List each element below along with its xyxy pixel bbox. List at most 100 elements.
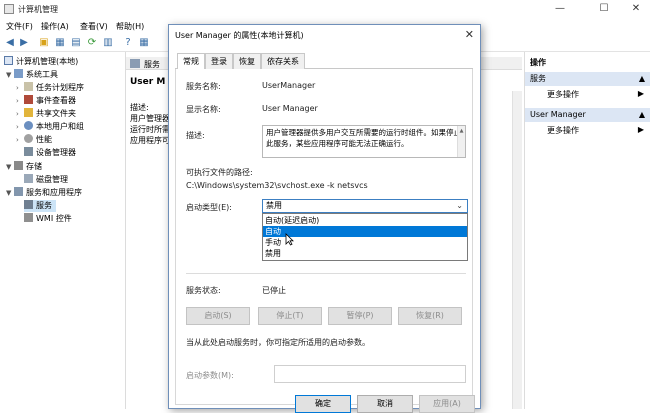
menu-help[interactable]: 帮助(H) (116, 21, 144, 32)
mouse-cursor-icon (285, 233, 294, 246)
device-icon (24, 147, 33, 156)
menu-action[interactable]: 操作(A) (41, 21, 69, 32)
tree-shared-folders[interactable]: › 共享文件夹 (16, 108, 76, 120)
clock-icon (24, 82, 33, 91)
tree-event-viewer[interactable]: › 事件查看器 (16, 95, 76, 107)
tools-icon (14, 69, 23, 78)
collapse-up-icon[interactable]: ▲ (639, 72, 645, 86)
tree-system-tools[interactable]: ▼ 系统工具 (6, 69, 58, 81)
menu-view[interactable]: 查看(V) (80, 21, 108, 32)
properties-dialog: User Manager 的属性(本地计算机) ✕ 常规 登录 恢复 依存关系 … (168, 24, 481, 413)
tab-general[interactable]: 常规 (177, 53, 205, 70)
option-auto-delayed[interactable]: 自动(延迟启动) (263, 215, 467, 226)
exe-path-label: 可执行文件的路径: (186, 168, 253, 177)
tab-dependencies[interactable]: 依存关系 (261, 53, 305, 69)
services-apps-icon (14, 187, 23, 196)
description-scrollbar[interactable]: ▲▼ (457, 126, 465, 157)
collapse-icon[interactable]: › (16, 95, 24, 107)
separator (186, 273, 466, 274)
more-actions-user-manager[interactable]: 更多操作 (547, 125, 579, 136)
startup-type-select[interactable]: 禁用 ⌄ (262, 199, 468, 213)
wmi-icon (24, 213, 33, 222)
center-scrollbar[interactable] (512, 91, 522, 409)
event-icon (24, 95, 33, 104)
view-icon[interactable]: ▦ (138, 37, 150, 49)
option-disabled[interactable]: 禁用 (263, 248, 467, 259)
dialog-tab-bar: 常规 登录 恢复 依存关系 (175, 53, 473, 70)
minimize-button[interactable]: — (548, 1, 572, 17)
startup-type-selected: 禁用 (266, 201, 282, 210)
tree-root[interactable]: 计算机管理(本地) (4, 56, 78, 68)
submenu-arrow-icon: ▶ (637, 89, 644, 98)
startup-type-label: 启动类型(E): (186, 203, 232, 212)
tree-performance[interactable]: › 性能 (16, 134, 52, 146)
description-box[interactable]: 用户管理器提供多用户交互所需要的运行时组件。如果停止此服务，某些应用程序可能无法… (262, 125, 466, 158)
center-tab-label[interactable]: 服务 (144, 59, 160, 70)
computer-management-icon (4, 4, 14, 14)
tab-recovery[interactable]: 恢复 (233, 53, 261, 69)
forward-icon[interactable]: ▶ (18, 37, 30, 49)
center-desc-line: 运行时所需 (130, 125, 170, 134)
start-params-hint: 当从此处启动服务时，你可指定所适用的启动参数。 (186, 338, 370, 347)
actions-pane: 操作 服务 ▲ 更多操作 ▶ User Manager ▲ 更多操作 ▶ (524, 52, 650, 409)
expand-icon[interactable]: ▼ (6, 161, 14, 173)
tree-services-apps[interactable]: ▼ 服务和应用程序 (6, 187, 82, 199)
tree-wmi-control[interactable]: WMI 控件 (24, 213, 72, 225)
expand-icon[interactable]: ▼ (6, 69, 14, 81)
menu-file[interactable]: 文件(F) (6, 21, 33, 32)
center-desc-line: 应用程序可 (130, 136, 170, 145)
chevron-down-icon[interactable]: ⌄ (456, 200, 463, 212)
tree-services[interactable]: 服务 (24, 200, 56, 212)
help-icon[interactable]: ? (122, 37, 134, 49)
tree-device-manager[interactable]: 设备管理器 (24, 147, 76, 159)
submenu-arrow-icon: ▶ (637, 125, 644, 134)
up-folder-icon[interactable]: ▣ (38, 37, 50, 49)
collapse-icon[interactable]: › (16, 82, 24, 94)
close-button[interactable]: ✕ (624, 1, 648, 17)
apply-button[interactable]: 应用(A) (419, 395, 475, 413)
disk-icon (24, 174, 33, 183)
start-button[interactable]: 启动(S) (186, 307, 250, 325)
collapse-up-icon[interactable]: ▲ (639, 108, 645, 122)
properties-icon[interactable]: ▤ (70, 37, 82, 49)
tab-logon[interactable]: 登录 (205, 53, 233, 69)
display-name-label: 显示名称: (186, 105, 221, 114)
collapse-icon[interactable]: › (16, 134, 24, 146)
export-icon[interactable]: ▥ (102, 37, 114, 49)
dialog-title-bar: User Manager 的属性(本地计算机) ✕ (169, 25, 480, 45)
description-text: 用户管理器提供多用户交互所需要的运行时组件。如果停止此服务，某些应用程序可能无法… (266, 128, 461, 148)
center-header-title: User M (130, 77, 166, 87)
actions-title: 操作 (530, 58, 546, 67)
center-desc-label: 描述: (130, 103, 149, 112)
collapse-icon[interactable]: › (16, 121, 24, 133)
back-icon[interactable]: ◀ (4, 37, 16, 49)
ok-button[interactable]: 确定 (295, 395, 351, 413)
expand-icon[interactable]: ▼ (6, 187, 14, 199)
computer-icon (4, 56, 13, 65)
resume-button[interactable]: 恢复(R) (398, 307, 462, 325)
users-icon (24, 121, 33, 130)
storage-icon (14, 161, 23, 170)
actions-section-user-manager[interactable]: User Manager ▲ (525, 108, 650, 122)
cancel-button[interactable]: 取消 (357, 395, 413, 413)
start-params-label: 启动参数(M): (186, 371, 234, 380)
navigation-tree: 计算机管理(本地) ▼ 系统工具 › 任务计划程序 › 事件查看器 › 共享文件夹 › 本… (0, 52, 126, 409)
start-params-input[interactable] (274, 365, 466, 383)
center-desc-line: 用户管理器 (130, 114, 170, 123)
tree-task-scheduler[interactable]: › 任务计划程序 (16, 82, 84, 94)
tree-local-users[interactable]: › 本地用户和组 (16, 121, 84, 133)
stop-button[interactable]: 停止(T) (258, 307, 322, 325)
more-actions-services[interactable]: 更多操作 (547, 89, 579, 100)
display-name-value: User Manager (262, 104, 318, 113)
service-name-label: 服务名称: (186, 82, 221, 91)
tree-disk-management[interactable]: 磁盘管理 (24, 174, 68, 186)
actions-section-services[interactable]: 服务 ▲ (525, 72, 650, 86)
dialog-title: User Manager 的属性(本地计算机) (175, 31, 304, 40)
maximize-button[interactable]: ☐ (592, 1, 616, 17)
refresh-icon[interactable]: ⟳ (86, 37, 98, 49)
pause-button[interactable]: 暂停(P) (328, 307, 392, 325)
collapse-icon[interactable]: › (16, 108, 24, 120)
tree-storage[interactable]: ▼ 存储 (6, 161, 42, 173)
dialog-close-icon[interactable]: ✕ (465, 28, 474, 41)
show-hide-tree-icon[interactable]: ▦ (54, 37, 66, 49)
